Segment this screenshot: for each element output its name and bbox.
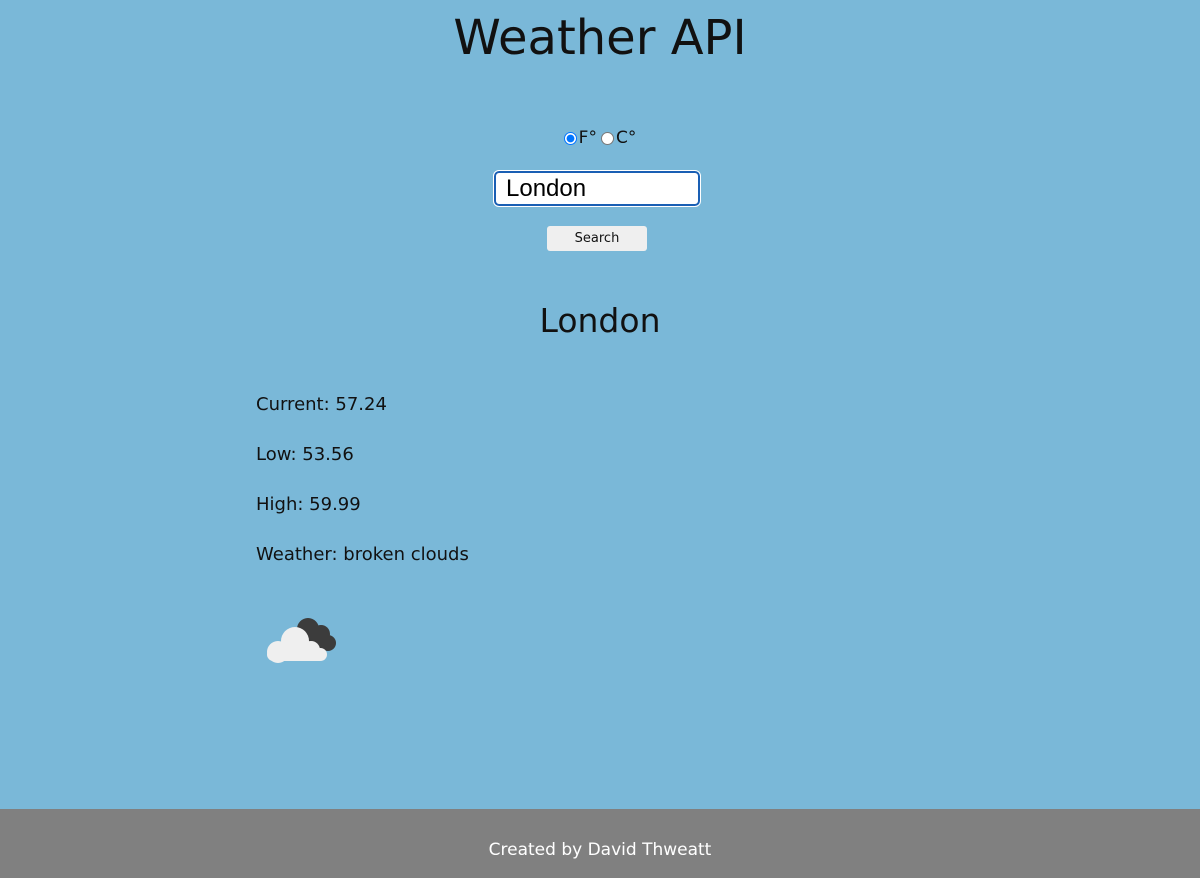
fahrenheit-label: F° — [578, 128, 597, 148]
high-temp-value: 59.99 — [309, 494, 361, 515]
fahrenheit-option[interactable]: F° — [563, 128, 597, 148]
high-temp-label: High: — [256, 494, 304, 515]
city-search-input[interactable] — [493, 170, 701, 207]
low-temp-label: Low: — [256, 444, 297, 465]
weather-description-label: Weather: — [256, 544, 338, 565]
current-temp-label: Current: — [256, 394, 330, 415]
weather-description-line: Weather: broken clouds — [256, 543, 469, 593]
broken-clouds-icon — [267, 618, 336, 663]
celsius-radio[interactable] — [600, 131, 614, 145]
weather-stats: Current: 57.24 Low: 53.56 High: 59.99 We… — [256, 393, 469, 593]
fahrenheit-radio[interactable] — [563, 131, 577, 145]
footer: Created by David Thweatt — [0, 809, 1200, 878]
low-temp-value: 53.56 — [302, 444, 354, 465]
footer-credit: Created by David Thweatt — [488, 840, 712, 860]
city-name: London — [539, 301, 661, 340]
unit-toggle: F° C° — [0, 128, 1200, 148]
weather-description-value: broken clouds — [343, 544, 469, 565]
high-temp-line: High: 59.99 — [256, 493, 469, 543]
current-temp-line: Current: 57.24 — [256, 393, 469, 443]
low-temp-line: Low: 53.56 — [256, 443, 469, 493]
current-temp-value: 57.24 — [335, 394, 387, 415]
search-button[interactable]: Search — [547, 226, 647, 251]
page-title: Weather API — [453, 10, 747, 66]
celsius-label: C° — [615, 128, 637, 148]
celsius-option[interactable]: C° — [600, 128, 637, 148]
